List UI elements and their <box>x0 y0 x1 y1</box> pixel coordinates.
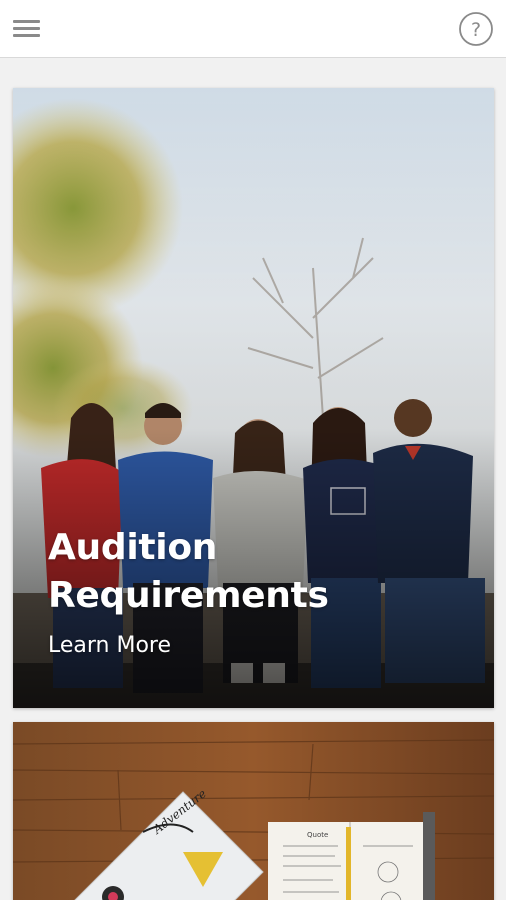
desk-photo-card[interactable]: Adventure Quote <box>13 722 494 900</box>
menu-line <box>13 20 40 23</box>
top-app-bar: ? <box>0 0 506 58</box>
menu-line <box>13 27 40 30</box>
menu-line <box>13 34 40 37</box>
audition-requirements-card[interactable]: Audition Requirements Learn More <box>13 88 494 708</box>
help-glyph: ? <box>471 19 481 41</box>
card-title: Audition Requirements <box>48 524 329 620</box>
card-text-block: Audition Requirements Learn More <box>48 524 329 660</box>
help-circle-icon[interactable]: ? <box>458 11 494 47</box>
card-title-line-1: Audition <box>48 527 218 568</box>
desk-photo: Adventure Quote <box>13 722 494 900</box>
notebook-heading: Quote <box>307 831 328 839</box>
hamburger-menu-icon[interactable] <box>12 14 42 44</box>
learn-more-link[interactable]: Learn More <box>48 632 171 660</box>
card-title-line-2: Requirements <box>48 575 329 616</box>
